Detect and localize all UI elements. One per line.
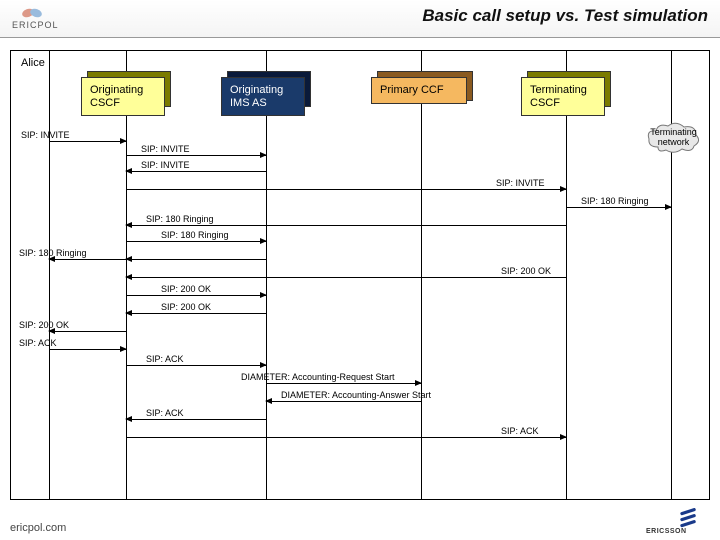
entity-label: OriginatingCSCF	[90, 84, 143, 109]
msg-diam-req: DIAMETER: Accounting-Request Start	[241, 372, 395, 382]
arrow	[126, 225, 566, 226]
arrow	[126, 313, 266, 314]
msg-diam-ans: DIAMETER: Accounting-Answer Start	[281, 390, 431, 400]
msg-ok: SIP: 200 OK	[19, 320, 69, 330]
brand-text: ERICPOL	[12, 20, 59, 30]
arrow	[266, 401, 421, 402]
actor-alice: Alice	[21, 57, 45, 69]
entity-orig-ims-as: OriginatingIMS AS	[221, 77, 305, 116]
ericsson-logo: ERICSSON	[646, 508, 702, 534]
msg-ringing: SIP: 180 Ringing	[146, 214, 214, 224]
lifeline-primary-ccf	[421, 51, 422, 499]
ericpol-logo: ERICPOL	[10, 4, 90, 32]
msg-invite: SIP: INVITE	[496, 178, 545, 188]
msg-ringing: SIP: 180 Ringing	[581, 196, 649, 206]
arrow	[49, 259, 126, 260]
arrow	[49, 349, 126, 350]
msg-ack: SIP: ACK	[146, 354, 184, 364]
arrow	[126, 241, 266, 242]
slide-header: ERICPOL Basic call setup vs. Test simula…	[0, 0, 720, 38]
entity-term-net: Terminatingnetwork	[646, 121, 701, 158]
msg-ringing: SIP: 180 Ringing	[19, 248, 87, 258]
arrow	[126, 419, 266, 420]
footer-url: ericpol.com	[10, 522, 66, 534]
entity-label: OriginatingIMS AS	[230, 84, 283, 109]
entity-primary-ccf: Primary CCF	[371, 77, 467, 104]
lifeline-term-net	[671, 51, 672, 499]
arrow	[266, 383, 421, 384]
arrow	[126, 155, 266, 156]
msg-invite: SIP: INVITE	[141, 160, 190, 170]
arrow	[49, 141, 126, 142]
arrow	[49, 331, 126, 332]
msg-ok: SIP: 200 OK	[161, 284, 211, 294]
msg-ok: SIP: 200 OK	[161, 302, 211, 312]
entity-term-cscf: TerminatingCSCF	[521, 77, 605, 116]
arrow	[126, 259, 266, 260]
entity-label: TerminatingCSCF	[530, 84, 587, 109]
msg-ok: SIP: 200 OK	[501, 266, 551, 276]
lifeline-alice	[49, 51, 50, 499]
entity-orig-cscf: OriginatingCSCF	[81, 77, 165, 116]
cloud-label: Terminatingnetwork	[648, 128, 699, 148]
lifeline-term-cscf	[566, 51, 567, 499]
entity-label: Primary CCF	[380, 84, 444, 96]
sequence-diagram: Alice OriginatingCSCF OriginatingIMS AS …	[10, 50, 710, 500]
msg-ringing: SIP: 180 Ringing	[161, 230, 229, 240]
arrow	[126, 365, 266, 366]
msg-ack: SIP: ACK	[501, 426, 539, 436]
msg-ack: SIP: ACK	[146, 408, 184, 418]
arrow	[126, 437, 566, 438]
msg-invite: SIP: INVITE	[141, 144, 190, 154]
msg-ack: SIP: ACK	[19, 338, 57, 348]
arrow	[566, 207, 671, 208]
arrow	[126, 171, 266, 172]
arrow	[126, 189, 566, 190]
slide-title: Basic call setup vs. Test simulation	[422, 6, 708, 26]
lifeline-orig-ims-as	[266, 51, 267, 499]
msg-invite: SIP: INVITE	[21, 130, 70, 140]
arrow	[126, 295, 266, 296]
arrow	[126, 277, 566, 278]
svg-text:ERICSSON: ERICSSON	[646, 528, 687, 534]
